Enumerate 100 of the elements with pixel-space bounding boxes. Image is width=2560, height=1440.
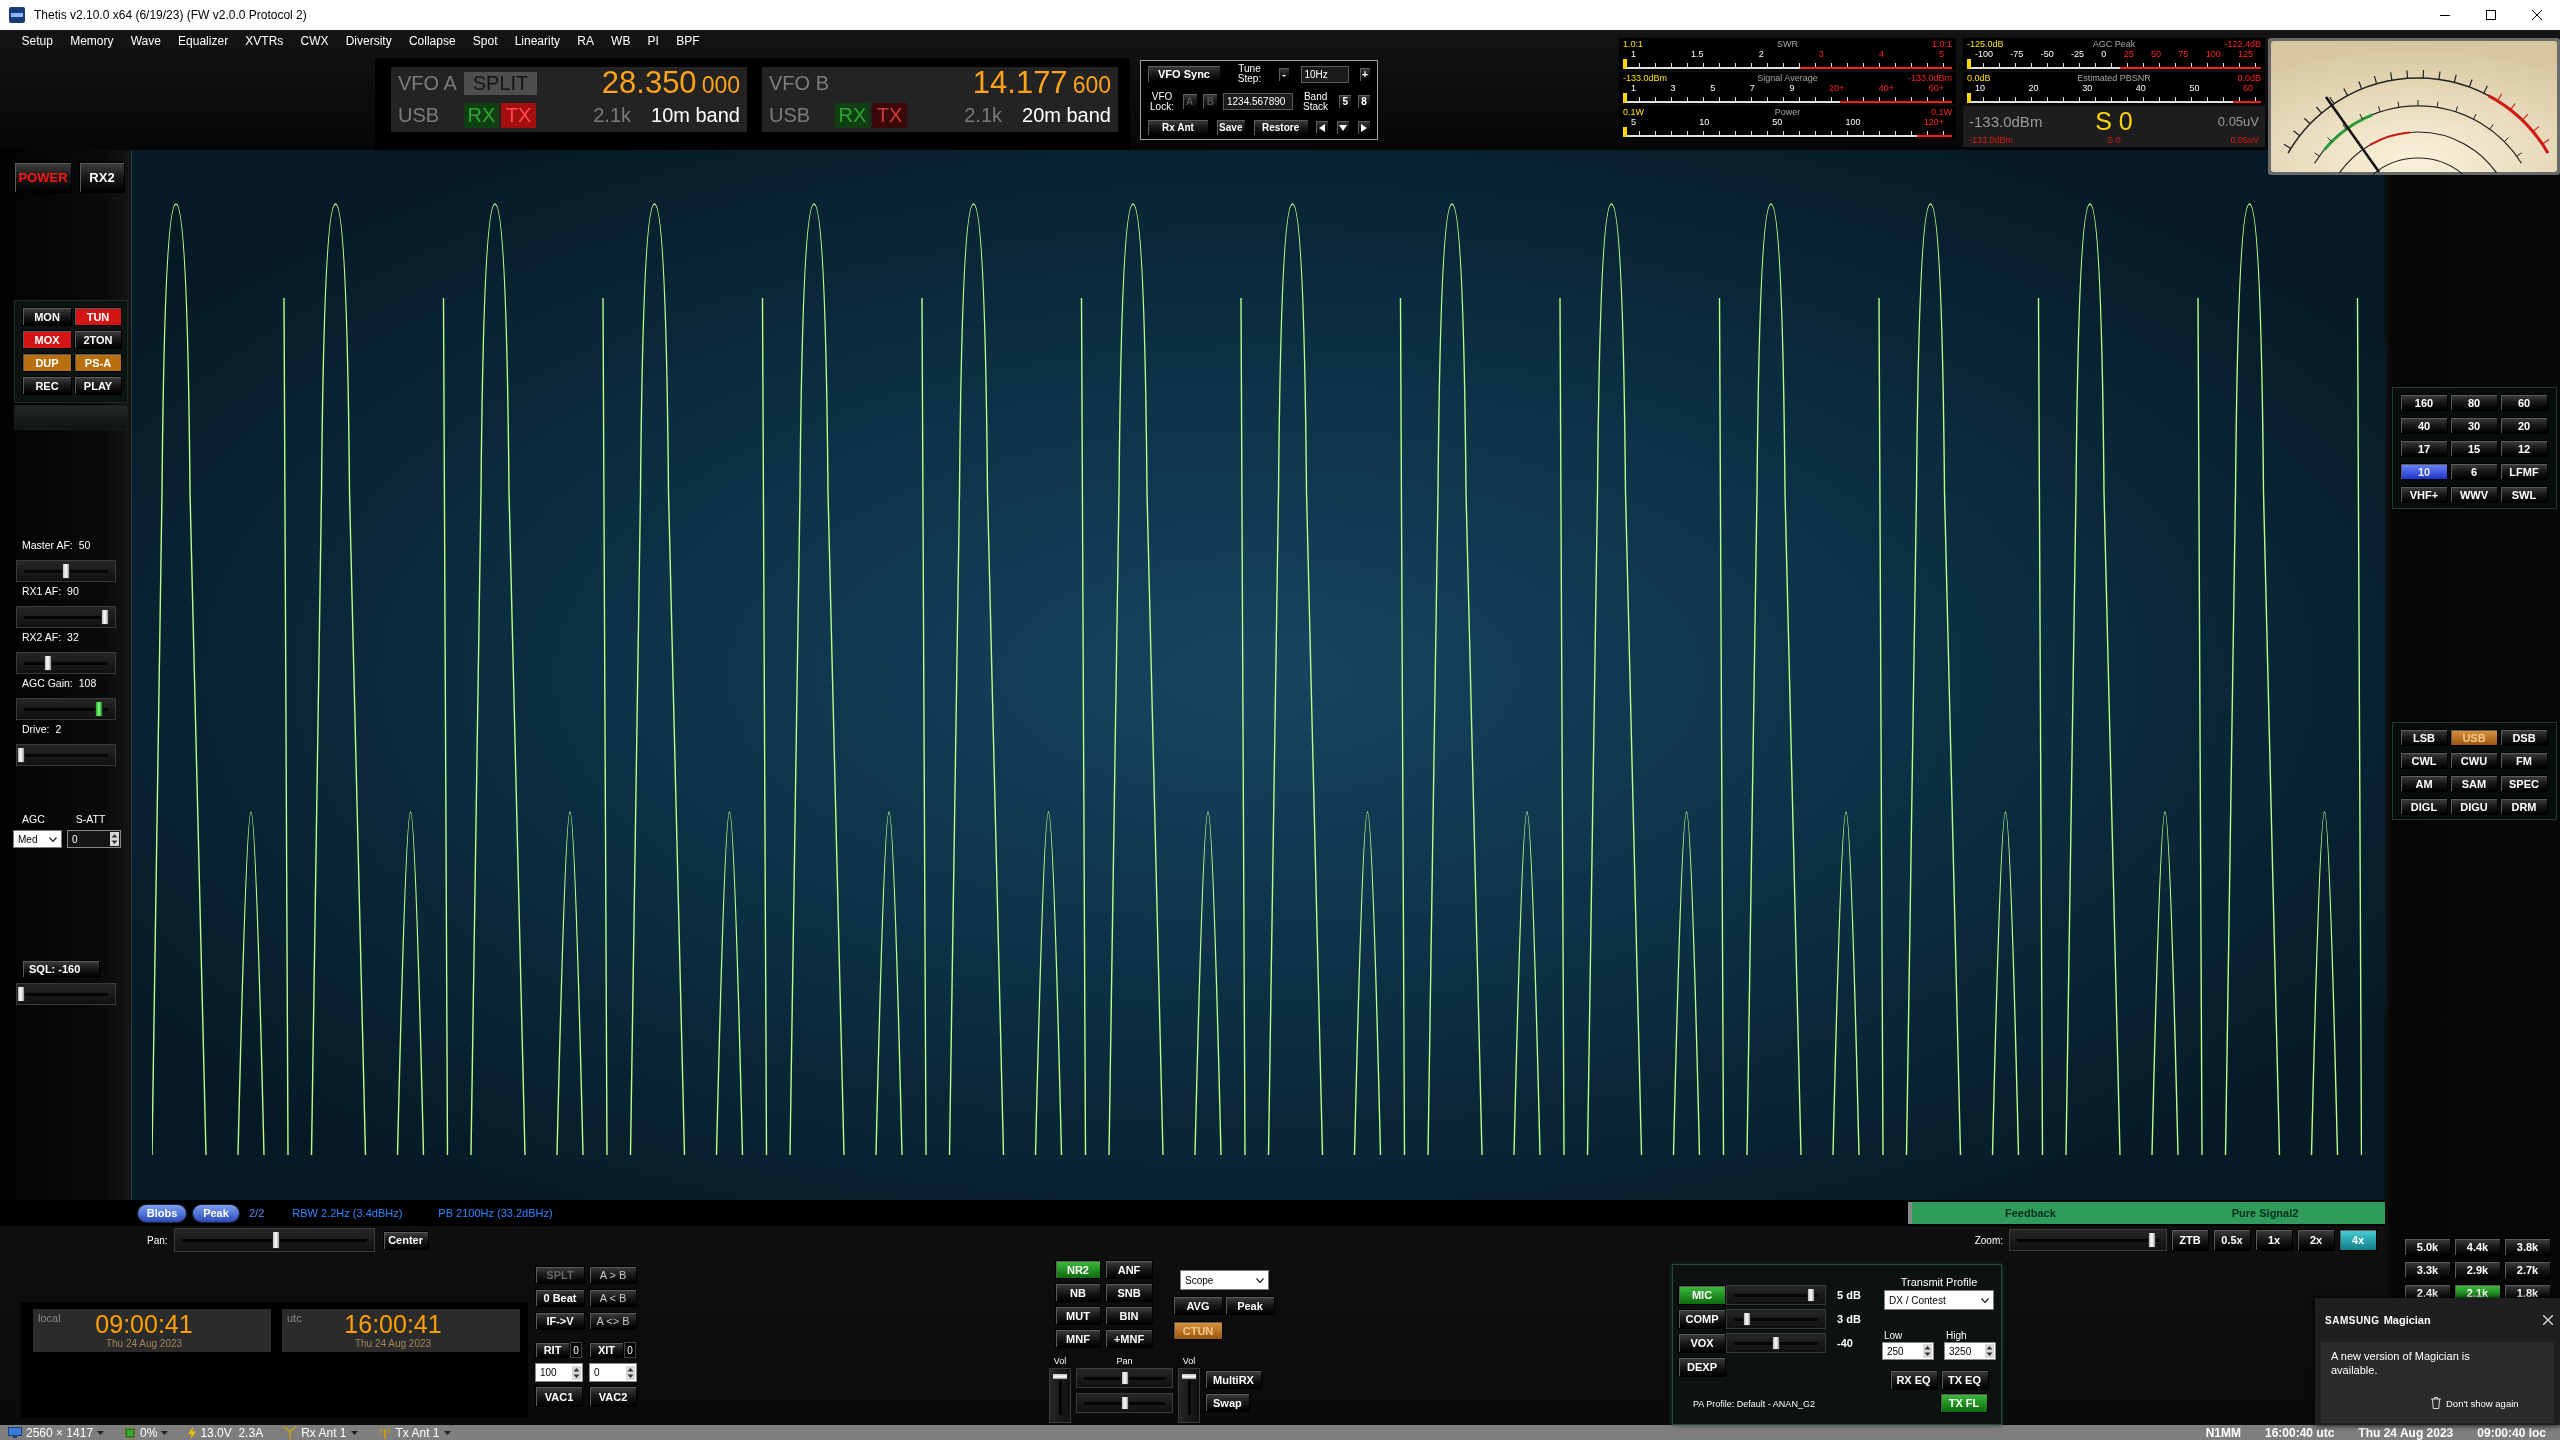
slider-thumb[interactable] — [1742, 1312, 1751, 1326]
band-button[interactable]: 10 — [2400, 463, 2448, 480]
spin-arrows-icon[interactable] — [572, 1365, 581, 1380]
nav-button[interactable] — [1336, 120, 1351, 135]
band-button[interactable]: 6 — [2450, 463, 2498, 480]
dropdown-caret-icon[interactable] — [161, 1430, 169, 1435]
menu-item[interactable]: WB — [602, 34, 639, 48]
step-field[interactable]: 0 — [589, 1363, 637, 1382]
display-toggle-button[interactable]: Blobs — [137, 1203, 187, 1223]
band-button[interactable]: 20 — [2500, 417, 2548, 434]
slider-thumb[interactable] — [1052, 1373, 1068, 1381]
menu-item[interactable]: Memory — [61, 34, 123, 48]
menu-item[interactable]: XVTRs — [236, 34, 292, 48]
slider-thumb[interactable] — [1120, 1396, 1129, 1410]
dropdown-caret-icon[interactable] — [443, 1430, 451, 1435]
mode-button[interactable]: DIGL — [2400, 798, 2448, 815]
agc-dropdown[interactable]: Med — [13, 830, 62, 848]
level-slider[interactable] — [16, 560, 116, 582]
offset-button[interactable]: RIT — [535, 1342, 570, 1358]
function-button[interactable]: MOX — [22, 330, 72, 349]
slider-thumb[interactable] — [62, 563, 70, 579]
tx-control-button[interactable]: DEXP — [1678, 1357, 1726, 1377]
band-button[interactable]: 15 — [2450, 440, 2498, 457]
menu-item[interactable]: PI — [639, 34, 668, 48]
display-button[interactable]: Peak — [1225, 1296, 1275, 1315]
filter-button[interactable]: 2.7k — [2504, 1261, 2551, 1279]
slider-thumb[interactable] — [2147, 1232, 2156, 1248]
function-button[interactable]: PS-A — [74, 353, 122, 372]
dropdown-caret-icon[interactable] — [97, 1430, 105, 1435]
s-att-field[interactable]: 0 — [67, 830, 121, 848]
tx-level-slider[interactable] — [1726, 1285, 1826, 1305]
menu-item[interactable]: Setup — [13, 34, 62, 48]
dsp-button[interactable]: MUT — [1055, 1306, 1101, 1325]
zoom-button[interactable]: 1x — [2255, 1229, 2293, 1251]
dsp-button[interactable]: SNB — [1105, 1283, 1153, 1302]
volume-slider[interactable] — [1178, 1368, 1200, 1423]
tx-control-button[interactable]: MIC — [1678, 1285, 1726, 1305]
center-button[interactable]: Center — [382, 1230, 429, 1250]
pan-slider[interactable] — [1076, 1393, 1173, 1413]
function-button[interactable]: PLAY — [74, 376, 122, 395]
band-button[interactable]: 160 — [2400, 394, 2448, 411]
band-button[interactable]: LFMF — [2500, 463, 2548, 480]
spin-arrows-icon[interactable] — [1923, 1344, 1932, 1358]
band-stack-button[interactable]: 5 — [1338, 94, 1353, 109]
menu-item[interactable]: RA — [568, 34, 603, 48]
mixer-button[interactable]: Swap — [1205, 1393, 1250, 1412]
vfo-button[interactable]: IF->V — [535, 1312, 585, 1330]
mode-button[interactable]: LSB — [2400, 729, 2448, 746]
slider-thumb[interactable] — [17, 986, 25, 1002]
level-slider[interactable] — [16, 606, 116, 628]
display-toggle-button[interactable]: Peak — [192, 1203, 240, 1223]
offset-field[interactable]: 0 — [570, 1342, 582, 1358]
mode-button[interactable]: DSB — [2500, 729, 2548, 746]
offset-button[interactable]: XIT — [589, 1342, 624, 1358]
nav-button[interactable] — [1315, 120, 1330, 135]
band-button[interactable]: 12 — [2500, 440, 2548, 457]
menu-item[interactable]: Spot — [464, 34, 507, 48]
vfo-sync-button[interactable]: VFO Sync — [1147, 65, 1221, 83]
tx-option-button[interactable]: TX FL — [1940, 1393, 1988, 1413]
slider-thumb[interactable] — [1772, 1336, 1780, 1350]
vac-button[interactable]: VAC1 — [535, 1386, 583, 1407]
level-slider[interactable] — [16, 652, 116, 674]
offset-field[interactable]: 0 — [624, 1342, 636, 1358]
close-icon[interactable] — [2532, 10, 2542, 20]
mode-button[interactable]: SAM — [2450, 775, 2498, 792]
limit-field[interactable]: 3250 — [1944, 1342, 1996, 1360]
level-slider[interactable] — [16, 698, 116, 720]
dsp-button[interactable]: NB — [1055, 1283, 1101, 1302]
vfo-button[interactable]: A <> B — [589, 1312, 637, 1330]
spin-arrows-icon[interactable] — [1985, 1344, 1994, 1358]
band-stack-button[interactable]: 8 — [1356, 94, 1371, 109]
vac-button[interactable]: VAC2 — [589, 1386, 637, 1407]
dsp-button[interactable]: BIN — [1105, 1306, 1153, 1325]
function-button[interactable]: MON — [22, 307, 72, 326]
slider-thumb[interactable] — [1807, 1288, 1816, 1302]
mode-button[interactable]: DIGU — [2450, 798, 2498, 815]
zoom-slider[interactable] — [2009, 1229, 2167, 1251]
step-down-button[interactable]: - — [1278, 66, 1290, 82]
slider-thumb[interactable] — [101, 609, 110, 625]
dsp-button[interactable]: NR2 — [1055, 1260, 1101, 1279]
filter-button[interactable]: 3.8k — [2504, 1238, 2551, 1256]
dsp-button[interactable]: MNF — [1055, 1329, 1101, 1348]
display-mode-dropdown[interactable]: Scope — [1180, 1270, 1269, 1290]
tx-control-button[interactable]: COMP — [1678, 1309, 1726, 1329]
step-up-button[interactable]: + — [1359, 66, 1371, 82]
nav-button[interactable] — [1357, 120, 1371, 135]
zoom-button[interactable]: 2x — [2297, 1229, 2335, 1251]
band-button[interactable]: SWL — [2500, 486, 2548, 503]
band-button[interactable]: 30 — [2450, 417, 2498, 434]
menu-item[interactable]: Equalizer — [169, 34, 237, 48]
volume-slider[interactable] — [1049, 1368, 1071, 1423]
mode-button[interactable]: SPEC — [2500, 775, 2548, 792]
menu-item[interactable]: BPF — [667, 34, 709, 48]
tx-option-button[interactable]: TX EQ — [1940, 1370, 1989, 1390]
function-button[interactable]: DUP — [22, 353, 72, 372]
tx-option-button[interactable]: RX EQ — [1889, 1370, 1938, 1390]
mode-button[interactable]: CWL — [2400, 752, 2448, 769]
menu-item[interactable]: Diversity — [337, 34, 401, 48]
menu-item[interactable]: Wave — [122, 34, 170, 48]
band-button[interactable]: 17 — [2400, 440, 2448, 457]
